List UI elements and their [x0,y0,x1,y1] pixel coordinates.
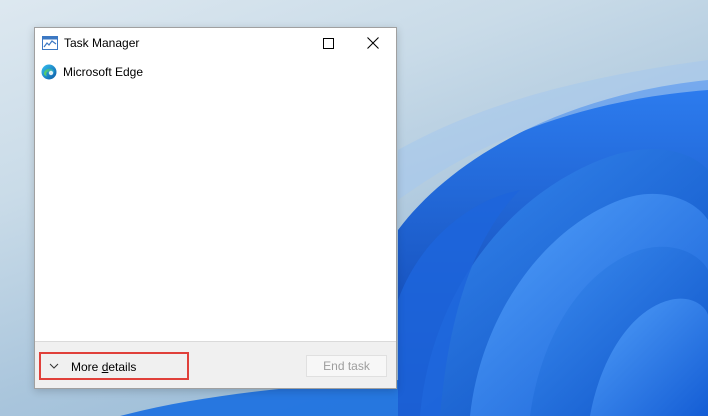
task-manager-window: Task Manager Microsoft Edge More details… [34,27,397,389]
minimize-icon [277,38,287,48]
end-task-button[interactable]: End task [306,355,387,377]
more-details-button[interactable]: More details [39,352,189,380]
maximize-icon [322,37,334,49]
more-details-label: More details [71,360,136,374]
close-button[interactable] [350,28,396,58]
maximize-button[interactable] [305,28,351,58]
minimize-button[interactable] [259,28,305,58]
window-title: Task Manager [64,36,140,50]
close-icon [367,37,379,49]
edge-icon [41,64,57,80]
task-manager-app-icon [42,36,58,50]
process-name: Microsoft Edge [63,65,144,79]
footer-bar: More details End task [35,341,396,388]
title-bar[interactable]: Task Manager [35,28,396,58]
chevron-down-icon [49,363,59,369]
list-item[interactable]: Microsoft Edge [35,60,396,84]
more-details-prefix: More [71,360,102,374]
process-list: Microsoft Edge [35,58,396,340]
more-details-suffix: etails [108,360,137,374]
